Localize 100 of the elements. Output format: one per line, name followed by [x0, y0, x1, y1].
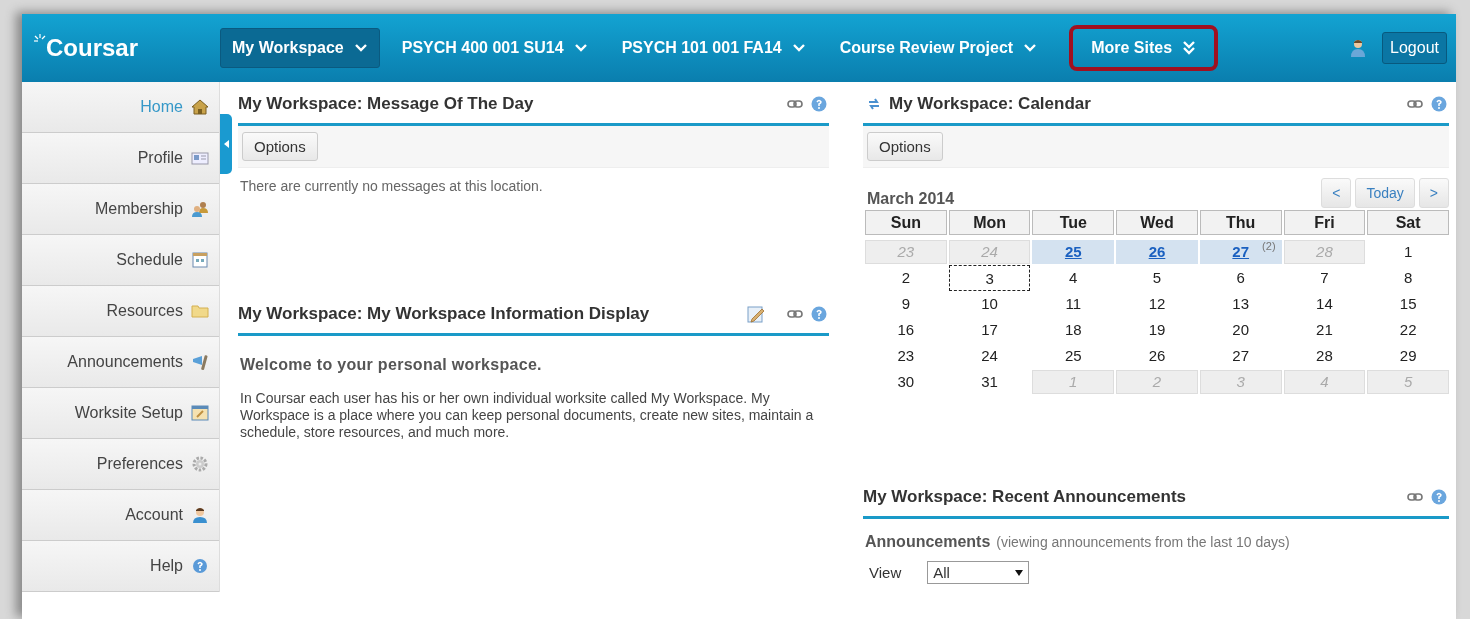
- help-icon: [191, 557, 209, 575]
- welcome-paragraph: In Coursar each user has his or her own individual worksite called My Workspace. My Workspace is a place where you can keep personal documents, create new sites, maintain a schedule, store resources, and much more.: [240, 390, 815, 441]
- calendar-day: 27: [1199, 343, 1282, 369]
- calendar-day: 6: [1199, 265, 1282, 291]
- view-label: View: [869, 564, 902, 581]
- calendar-day: 19: [1116, 317, 1198, 343]
- user-icon[interactable]: [1350, 39, 1367, 57]
- double-chevron-icon: [1182, 40, 1197, 56]
- logout-button[interactable]: Logout: [1382, 32, 1447, 64]
- link-icon[interactable]: [1407, 491, 1423, 502]
- announcements-label: Announcements: [865, 533, 991, 550]
- chevron-icon: [791, 43, 806, 53]
- calendar-day: 31: [948, 369, 1031, 395]
- edit-icon[interactable]: [747, 304, 765, 323]
- panel-title: My Workspace: Calendar: [889, 93, 1092, 114]
- calendar-day: 5: [1367, 370, 1449, 394]
- calendar-day: 28: [1283, 343, 1366, 369]
- calendar-day: 7: [1283, 265, 1366, 291]
- site-tab[interactable]: PSYCH 101 001 FA14: [609, 28, 818, 68]
- calendar-day: 4: [1032, 265, 1115, 291]
- gear-icon: [191, 455, 209, 473]
- weekday-header: Wed: [1116, 210, 1198, 235]
- calendar-day: 25: [1032, 343, 1115, 369]
- sidebar-item[interactable]: Account: [22, 490, 219, 541]
- logo-text[interactable]: Coursar: [46, 34, 139, 62]
- calendar-day: 20: [1199, 317, 1282, 343]
- person-icon: [191, 506, 209, 524]
- sidebar-item[interactable]: Schedule: [22, 235, 219, 286]
- calendar-day: 14: [1283, 291, 1366, 317]
- chevron-icon: [1023, 43, 1038, 53]
- calendar-nav-button[interactable]: >: [1418, 178, 1449, 208]
- calendar-day: 3: [1199, 370, 1282, 394]
- weekday-header: Fri: [1283, 210, 1366, 235]
- calendar-day: 10: [948, 291, 1031, 317]
- options-button[interactable]: Options: [867, 132, 943, 161]
- weekday-header: Sat: [1367, 210, 1449, 235]
- calendar-day[interactable]: 25: [1032, 240, 1115, 264]
- calendar-day: 30: [865, 369, 947, 395]
- calendar-day[interactable]: 27 (2): [1199, 240, 1282, 264]
- link-icon[interactable]: [787, 98, 803, 109]
- refresh-icon[interactable]: [867, 96, 881, 111]
- sidebar-item[interactable]: Worksite Setup: [22, 388, 219, 439]
- calendar-day: 3: [948, 265, 1031, 291]
- site-tab[interactable]: More Sites: [1069, 25, 1219, 71]
- caret-icon: [1015, 569, 1024, 576]
- calendar-day: 22: [1367, 317, 1449, 343]
- calendar-day: 9: [865, 291, 947, 317]
- weekday-header: Thu: [1199, 210, 1282, 235]
- folder-icon: [191, 302, 209, 320]
- calendar-day: 11: [1032, 291, 1115, 317]
- window-icon: [191, 404, 209, 422]
- calendar-day: 12: [1116, 291, 1198, 317]
- site-tab[interactable]: Course Review Project: [827, 28, 1050, 68]
- sidebar-item[interactable]: Resources: [22, 286, 219, 337]
- view-dropdown[interactable]: All: [927, 561, 1030, 584]
- calendar-nav-button[interactable]: Today: [1355, 178, 1415, 208]
- site-tab[interactable]: My Workspace: [220, 28, 380, 68]
- options-button[interactable]: Options: [242, 132, 318, 161]
- collapse-handle[interactable]: [220, 114, 232, 174]
- calendar-day: 24: [948, 240, 1031, 264]
- sidebar-item[interactable]: Help: [22, 541, 219, 592]
- calendar-day: 1: [1367, 239, 1449, 265]
- chevron-icon: [353, 43, 368, 53]
- id-card-icon: [191, 149, 209, 167]
- calendar-day: 15: [1367, 291, 1449, 317]
- panel-title: My Workspace: Recent Announcements: [863, 486, 1188, 507]
- calendar-icon: [191, 251, 209, 269]
- help-icon[interactable]: [811, 95, 827, 112]
- people-icon: [191, 200, 209, 218]
- sidebar-item[interactable]: Membership: [22, 184, 219, 235]
- welcome-heading: Welcome to your personal workspace.: [240, 356, 543, 374]
- calendar-day: 18: [1032, 317, 1115, 343]
- calendar-day: 23: [865, 343, 947, 369]
- link-icon[interactable]: [1407, 98, 1423, 109]
- help-icon[interactable]: [1431, 488, 1447, 505]
- chevron-icon: [573, 43, 588, 53]
- calendar-day: 1: [1032, 370, 1115, 394]
- calendar-day: 24: [948, 343, 1031, 369]
- sidebar-item[interactable]: Profile: [22, 133, 219, 184]
- site-tab[interactable]: PSYCH 400 001 SU14: [389, 28, 600, 68]
- panel-title: My Workspace: Message Of The Day: [238, 93, 535, 114]
- house-icon: [191, 98, 209, 116]
- calendar-day: 21: [1283, 317, 1366, 343]
- help-icon[interactable]: [811, 305, 827, 322]
- announcements-note: (viewing announcements from the last 10 days): [996, 534, 1290, 550]
- event-count: (2): [1262, 239, 1276, 254]
- calendar-day: 17: [948, 317, 1031, 343]
- calendar-day: 5: [1116, 265, 1198, 291]
- calendar-nav-button[interactable]: <: [1321, 178, 1352, 208]
- calendar-day: 23: [865, 240, 947, 264]
- panel-title: My Workspace: My Workspace Information Display: [238, 303, 651, 324]
- sidebar-item[interactable]: Preferences: [22, 439, 219, 490]
- calendar-day[interactable]: 26: [1116, 240, 1198, 264]
- calendar-day: 29: [1367, 343, 1449, 369]
- sidebar-item[interactable]: Announcements: [22, 337, 219, 388]
- help-icon[interactable]: [1431, 95, 1447, 112]
- link-icon[interactable]: [787, 308, 803, 319]
- megaphone-icon: [191, 353, 209, 371]
- calendar-day: 4: [1283, 370, 1366, 394]
- left-triangle-icon: [223, 140, 229, 148]
